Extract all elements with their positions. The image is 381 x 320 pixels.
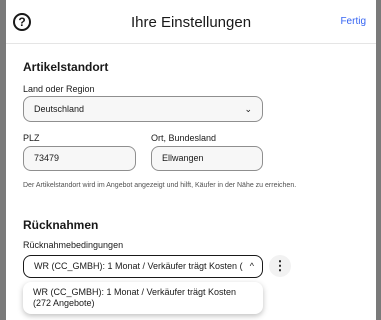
returns-heading: Rücknahmen <box>23 218 99 232</box>
option-text-line1: WR (CC_GMBH): 1 Monat / Verkäufer trägt … <box>33 287 237 297</box>
more-options-icon[interactable]: ⋮ <box>269 255 291 277</box>
return-policy-option[interactable]: WR (CC_GMBH): 1 Monat / Verkäufer trägt … <box>23 282 263 314</box>
item-location-heading: Artikelstandort <box>23 60 109 74</box>
return-policy-select[interactable]: WR (CC_GMBH): 1 Monat / Verkäufer trägt … <box>23 255 263 278</box>
location-hint: Der Artikelstandort wird im Angebot ange… <box>23 182 297 189</box>
done-button[interactable]: Fertig <box>340 16 366 27</box>
return-policy-label: Rücknahmebedingungen <box>23 240 124 250</box>
country-label: Land oder Region <box>23 84 95 94</box>
settings-sheet: ? Ihre Einstellungen Fertig Artikelstand… <box>6 0 376 320</box>
country-select[interactable]: Deutschland ⌄ <box>23 96 263 122</box>
background-overlay-right <box>376 0 381 320</box>
city-input[interactable]: Ellwangen <box>151 146 263 171</box>
sheet-header: ? Ihre Einstellungen Fertig <box>6 0 376 44</box>
return-policy-value: WR (CC_GMBH): 1 Monat / Verkäufer trägt … <box>34 261 243 271</box>
page-title: Ihre Einstellungen <box>130 14 252 31</box>
option-text-line2: (272 Angebote) <box>33 298 95 308</box>
chevron-down-icon: ⌄ <box>244 104 252 114</box>
zip-input[interactable]: 73479 <box>23 146 136 171</box>
chevron-up-icon: ^ <box>245 256 254 276</box>
country-value: Deutschland <box>34 104 85 114</box>
city-label: Ort, Bundesland <box>151 133 217 143</box>
zip-label: PLZ <box>23 133 40 143</box>
